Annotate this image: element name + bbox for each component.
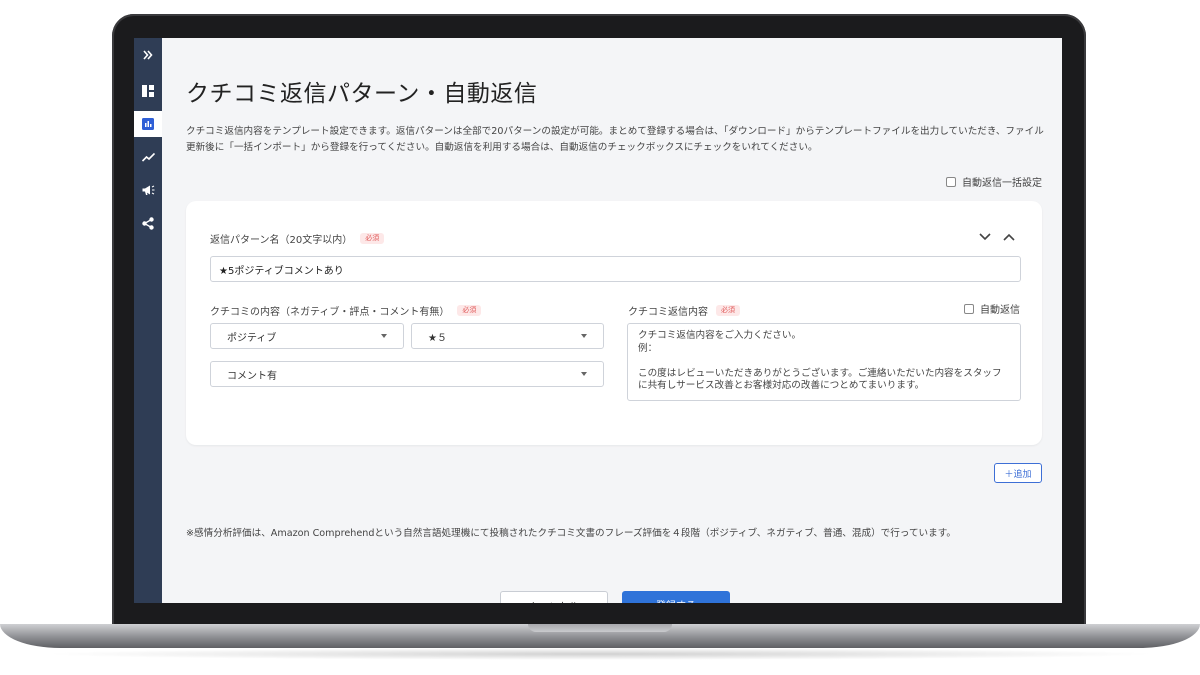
cancel-button[interactable]: キャンセル <box>500 591 608 603</box>
pattern-name-label: 返信パターン名（20文字以内） <box>210 235 353 246</box>
line-chart-icon <box>141 152 155 162</box>
reply-content-textarea[interactable]: クチコミ返信内容をご入力ください。 例： この度はレビューいただきありがとうござ… <box>627 323 1021 401</box>
move-up-button[interactable] <box>1002 231 1016 243</box>
move-down-button[interactable] <box>978 231 992 243</box>
caret-down-icon <box>381 334 387 338</box>
review-content-label: クチコミの内容（ネガティブ・評点・コメント有無） <box>210 307 450 318</box>
sentiment-note: ※感情分析評価は、Amazon Comprehendという自然言語処理機にて投稿… <box>186 528 956 539</box>
auto-reply-label: 自動返信 <box>980 305 1020 316</box>
required-badge: 必須 <box>716 305 740 316</box>
auto-reply-toggle[interactable]: 自動返信 <box>964 301 1020 316</box>
bulk-auto-reply-checkbox[interactable] <box>946 176 956 187</box>
add-pattern-button[interactable]: ＋追加 <box>994 463 1042 483</box>
sidebar-item-share[interactable] <box>134 210 162 236</box>
reply-pattern-card: 返信パターン名（20文字以内） 必須 ★5ポジティブコメントあり クチコミの内容… <box>186 201 1042 445</box>
sidebar-item-campaign[interactable] <box>134 177 162 203</box>
required-badge: 必須 <box>360 233 385 244</box>
sidebar-item-trend[interactable] <box>134 144 162 170</box>
laptop-shadow <box>40 648 1160 660</box>
sidebar-item-analytics[interactable] <box>134 111 162 137</box>
app-screen: クチコミ返信パターン・自動返信 クチコミ返信内容をテンプレート設定できます。返信… <box>134 38 1062 603</box>
page-description: クチコミ返信内容をテンプレート設定できます。返信パターンは全部で20パターンの設… <box>186 126 1044 153</box>
bulk-auto-reply-label: 自動返信一括設定 <box>962 178 1042 189</box>
auto-reply-checkbox[interactable] <box>964 303 974 314</box>
bar-chart-icon <box>142 118 154 130</box>
bulk-auto-reply-toggle[interactable]: 自動返信一括設定 <box>946 174 1042 189</box>
sidebar-item-dashboard[interactable] <box>134 78 162 104</box>
dashboard-icon <box>142 85 154 97</box>
caret-down-icon <box>581 334 587 338</box>
share-icon <box>142 216 154 230</box>
rating-select[interactable]: ★５ <box>411 323 604 349</box>
caret-down-icon <box>581 372 587 376</box>
expand-sidebar-button[interactable] <box>134 42 162 68</box>
comment-value: コメント有 <box>227 370 277 382</box>
comment-select[interactable]: コメント有 <box>210 361 604 387</box>
sentiment-value: ポジティブ <box>227 332 277 344</box>
pattern-name-input[interactable]: ★5ポジティブコメントあり <box>210 256 1021 282</box>
sentiment-select[interactable]: ポジティブ <box>210 323 404 349</box>
rating-value: ★５ <box>428 332 447 344</box>
review-content-label-row: クチコミの内容（ネガティブ・評点・コメント有無） 必須 <box>210 303 482 318</box>
main-content: クチコミ返信パターン・自動返信 クチコミ返信内容をテンプレート設定できます。返信… <box>162 38 1062 603</box>
pattern-name-label-row: 返信パターン名（20文字以内） 必須 <box>210 231 385 246</box>
pattern-name-value: ★5ポジティブコメントあり <box>219 265 344 277</box>
laptop-notch <box>528 624 672 632</box>
sidebar <box>134 38 162 603</box>
double-chevron-right-icon <box>143 50 153 60</box>
megaphone-icon <box>142 185 154 195</box>
reply-content-label-row: クチコミ返信内容 必須 <box>628 303 740 318</box>
page-title: クチコミ返信パターン・自動返信 <box>186 81 538 107</box>
required-badge: 必須 <box>457 305 482 316</box>
reply-content-label: クチコミ返信内容 <box>628 307 708 318</box>
submit-button[interactable]: 登録する <box>622 591 730 603</box>
chevron-down-icon <box>979 233 991 241</box>
chevron-up-icon <box>1003 233 1015 241</box>
